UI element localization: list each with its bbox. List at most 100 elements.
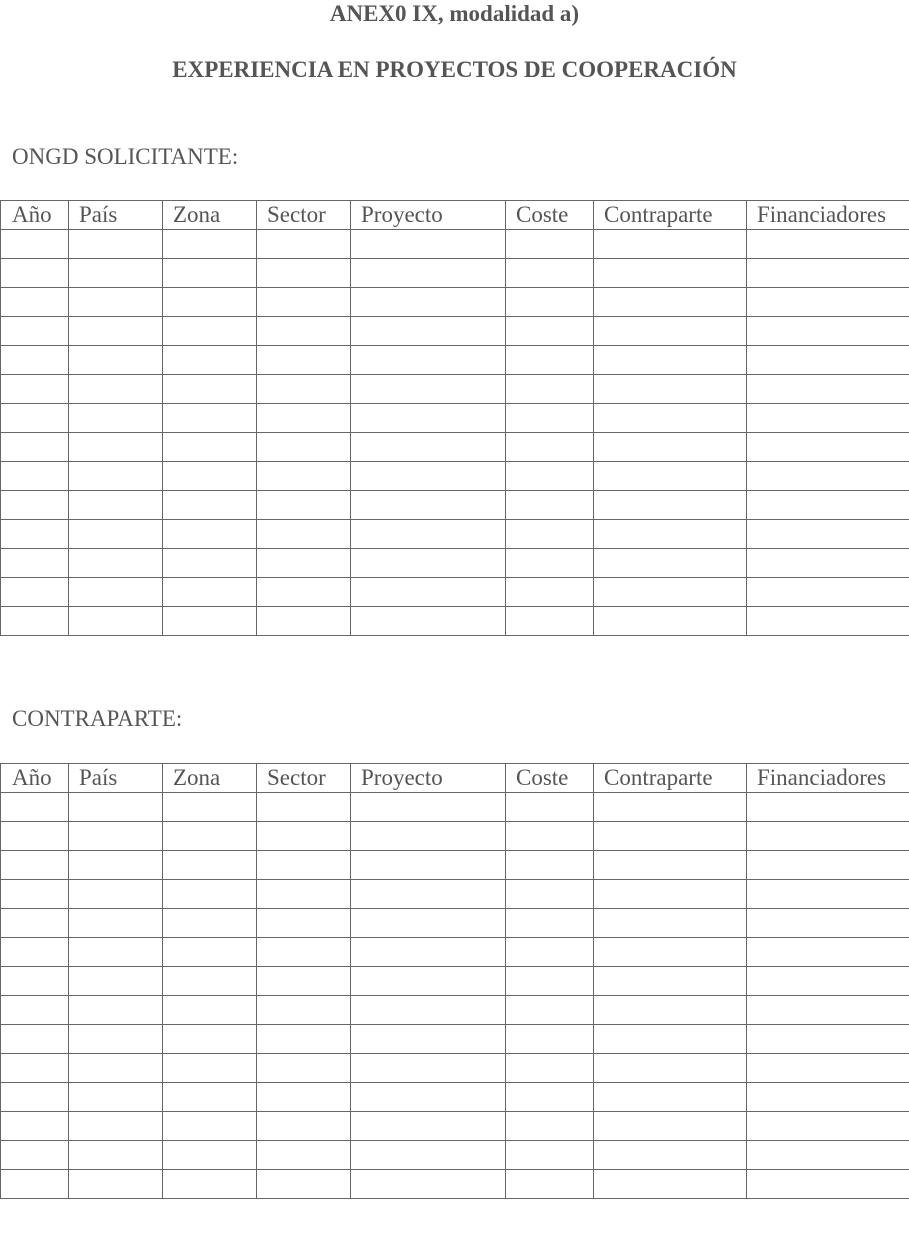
table-cell[interactable] [0, 258, 69, 288]
table-cell[interactable] [68, 287, 163, 317]
table-cell[interactable] [350, 966, 506, 996]
table-cell[interactable] [68, 937, 163, 967]
table-cell[interactable] [0, 229, 69, 259]
table-cell[interactable] [350, 577, 506, 607]
table-cell[interactable] [68, 1140, 163, 1170]
table-cell[interactable] [746, 577, 909, 607]
table-cell[interactable] [162, 548, 257, 578]
table-cell[interactable] [505, 374, 594, 404]
table-cell[interactable] [162, 821, 257, 851]
table-cell[interactable] [256, 995, 351, 1025]
table-cell[interactable] [350, 258, 506, 288]
table-cell[interactable] [505, 937, 594, 967]
table-cell[interactable] [593, 966, 747, 996]
table-cell[interactable] [593, 490, 747, 520]
table-cell[interactable] [593, 792, 747, 822]
table-cell[interactable] [68, 1169, 163, 1199]
table-cell[interactable] [162, 432, 257, 462]
table-cell[interactable] [256, 548, 351, 578]
table-cell[interactable] [593, 1082, 747, 1112]
table-cell[interactable] [256, 432, 351, 462]
table-cell[interactable] [505, 287, 594, 317]
table-cell[interactable] [350, 850, 506, 880]
table-cell[interactable] [350, 1140, 506, 1170]
table-cell[interactable] [0, 403, 69, 433]
table-cell[interactable] [0, 966, 69, 996]
table-cell[interactable] [505, 908, 594, 938]
table-cell[interactable] [505, 1024, 594, 1054]
table-cell[interactable] [593, 995, 747, 1025]
table-cell[interactable] [68, 606, 163, 636]
table-cell[interactable] [350, 461, 506, 491]
table-cell[interactable] [593, 258, 747, 288]
table-cell[interactable] [350, 287, 506, 317]
table-cell[interactable] [256, 1111, 351, 1141]
table-cell[interactable] [162, 490, 257, 520]
table-cell[interactable] [162, 258, 257, 288]
table-cell[interactable] [68, 577, 163, 607]
table-cell[interactable] [256, 345, 351, 375]
table-cell[interactable] [68, 316, 163, 346]
table-cell[interactable] [505, 316, 594, 346]
table-cell[interactable] [0, 937, 69, 967]
table-cell[interactable] [68, 432, 163, 462]
table-cell[interactable] [746, 1169, 909, 1199]
table-cell[interactable] [746, 850, 909, 880]
table-cell[interactable] [593, 577, 747, 607]
table-cell[interactable] [746, 1140, 909, 1170]
table-cell[interactable] [0, 432, 69, 462]
table-cell[interactable] [746, 519, 909, 549]
table-cell[interactable] [256, 374, 351, 404]
table-cell[interactable] [746, 258, 909, 288]
table-cell[interactable] [505, 403, 594, 433]
table-cell[interactable] [746, 821, 909, 851]
table-cell[interactable] [162, 995, 257, 1025]
table-cell[interactable] [68, 229, 163, 259]
table-cell[interactable] [0, 606, 69, 636]
table-cell[interactable] [746, 606, 909, 636]
table-cell[interactable] [593, 821, 747, 851]
table-cell[interactable] [746, 229, 909, 259]
table-cell[interactable] [0, 374, 69, 404]
table-cell[interactable] [505, 792, 594, 822]
table-cell[interactable] [0, 1140, 69, 1170]
table-cell[interactable] [68, 519, 163, 549]
table-cell[interactable] [593, 229, 747, 259]
table-cell[interactable] [162, 792, 257, 822]
table-cell[interactable] [350, 374, 506, 404]
table-cell[interactable] [68, 345, 163, 375]
table-cell[interactable] [256, 821, 351, 851]
table-cell[interactable] [350, 490, 506, 520]
table-cell[interactable] [68, 821, 163, 851]
table-cell[interactable] [256, 577, 351, 607]
table-cell[interactable] [68, 1111, 163, 1141]
table-cell[interactable] [746, 461, 909, 491]
table-cell[interactable] [746, 995, 909, 1025]
table-cell[interactable] [505, 1169, 594, 1199]
table-cell[interactable] [256, 966, 351, 996]
table-cell[interactable] [505, 229, 594, 259]
table-cell[interactable] [68, 1082, 163, 1112]
table-cell[interactable] [593, 432, 747, 462]
table-cell[interactable] [505, 995, 594, 1025]
table-cell[interactable] [0, 1082, 69, 1112]
table-cell[interactable] [593, 403, 747, 433]
table-cell[interactable] [593, 908, 747, 938]
table-cell[interactable] [68, 879, 163, 909]
table-cell[interactable] [162, 1024, 257, 1054]
table-cell[interactable] [505, 577, 594, 607]
table-cell[interactable] [68, 1024, 163, 1054]
table-cell[interactable] [0, 519, 69, 549]
table-cell[interactable] [0, 287, 69, 317]
table-cell[interactable] [256, 403, 351, 433]
table-cell[interactable] [350, 821, 506, 851]
table-cell[interactable] [350, 519, 506, 549]
table-cell[interactable] [256, 908, 351, 938]
table-cell[interactable] [746, 1111, 909, 1141]
table-cell[interactable] [68, 1053, 163, 1083]
table-cell[interactable] [746, 792, 909, 822]
table-cell[interactable] [593, 548, 747, 578]
table-cell[interactable] [162, 1053, 257, 1083]
table-cell[interactable] [162, 966, 257, 996]
table-cell[interactable] [505, 345, 594, 375]
